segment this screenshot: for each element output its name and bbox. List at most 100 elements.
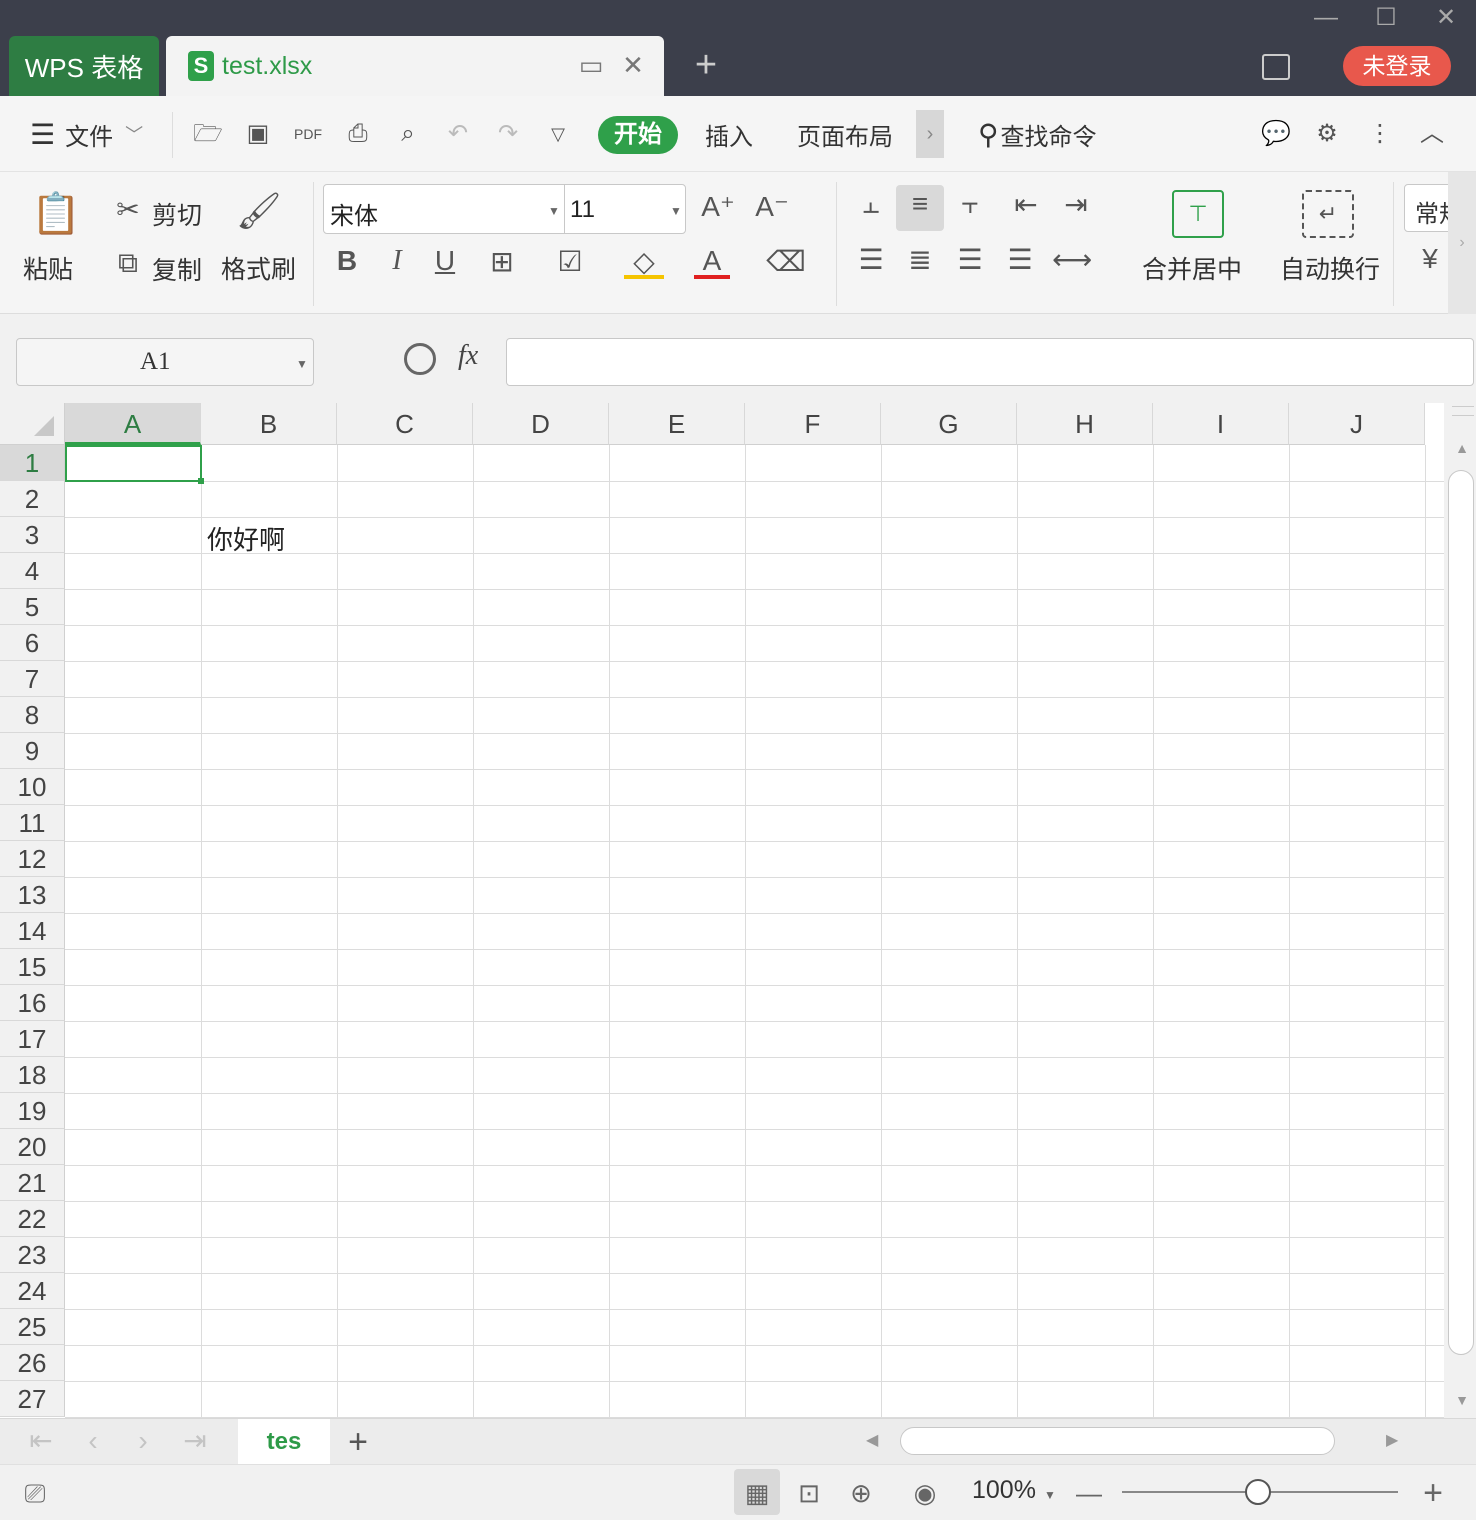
tab-page-layout[interactable]: 页面布局 [797,96,893,172]
zoom-out-button[interactable]: — [1070,1474,1108,1512]
row-header-7[interactable]: 7 [0,661,65,697]
row-header-24[interactable]: 24 [0,1273,65,1309]
row-header-22[interactable]: 22 [0,1201,65,1237]
zoom-dropdown-icon[interactable]: ▼ [1044,1488,1056,1502]
align-top-icon[interactable]: ⫠ [853,188,889,221]
scroll-up-icon[interactable]: ▲ [1452,440,1472,460]
decrease-indent-icon[interactable]: ⇤ [1008,188,1044,221]
row-header-27[interactable]: 27 [0,1381,65,1417]
insert-function-icon[interactable]: fx [458,340,478,372]
page-break-view-icon[interactable]: ⊡ [790,1474,828,1512]
scroll-right-icon[interactable]: ▶ [1386,1430,1398,1450]
split-handle-icon[interactable] [1452,406,1474,416]
borders-icon[interactable]: ⊞ [482,245,522,278]
feedback-chat-icon[interactable]: 💬 [1260,118,1292,150]
vertical-scroll-thumb[interactable] [1448,470,1474,1355]
row-header-18[interactable]: 18 [0,1057,65,1093]
row-header-16[interactable]: 16 [0,985,65,1021]
column-header-j[interactable]: J [1289,403,1425,445]
print-preview-icon[interactable]: ⌕ [392,118,424,150]
add-sheet-button[interactable]: + [342,1424,374,1460]
row-header-15[interactable]: 15 [0,949,65,985]
document-tab[interactable]: S test.xlsx ▭ ✕ [166,36,664,96]
row-header-6[interactable]: 6 [0,625,65,661]
sheet-tab-tes[interactable]: tes [238,1419,330,1464]
row-header-5[interactable]: 5 [0,589,65,625]
currency-yuan-icon[interactable]: ¥ [1414,243,1446,275]
row-header-14[interactable]: 14 [0,913,65,949]
row-header-4[interactable]: 4 [0,553,65,589]
open-folder-icon[interactable]: 🗁 [192,118,224,150]
align-bottom-icon[interactable]: ⫟ [952,188,988,221]
row-header-12[interactable]: 12 [0,841,65,877]
conditional-format-icon[interactable]: ☑ [550,245,590,278]
zoom-in-button[interactable]: + [1414,1474,1452,1512]
increase-indent-icon[interactable]: ⇥ [1058,188,1094,221]
zoom-level-label[interactable]: 100% [972,1476,1036,1505]
close-window-icon[interactable]: ✕ [1421,0,1471,36]
more-options-icon[interactable]: ⋮ [1364,118,1396,150]
cell-b3[interactable]: 你好啊 [207,520,285,557]
increase-font-icon[interactable]: A⁺ [700,190,736,223]
paste-button[interactable]: 粘贴 [23,250,73,286]
next-sheet-icon[interactable]: › [128,1426,158,1456]
row-header-20[interactable]: 20 [0,1129,65,1165]
name-box-dropdown-icon[interactable]: ▼ [296,357,308,371]
save-icon[interactable]: ▣ [242,118,274,150]
align-left-icon[interactable]: ☰ [853,243,889,276]
close-tab-icon[interactable]: ✕ [618,50,648,80]
gear-icon[interactable]: ⚙ [1311,118,1343,150]
maximize-window-icon[interactable]: ☐ [1361,0,1411,36]
redo-icon[interactable]: ↷ [492,118,524,150]
row-header-2[interactable]: 2 [0,481,65,517]
distributed-align-icon[interactable]: ⟷ [1052,243,1092,276]
fill-color-icon[interactable]: ◇ [624,245,664,279]
app-tab-wps-spreadsheets[interactable]: WPS 表格 [9,36,159,96]
column-header-a[interactable]: A [65,403,201,445]
row-header-17[interactable]: 17 [0,1021,65,1057]
format-painter-button[interactable]: 格式刷 [221,250,296,286]
wrap-text-button[interactable]: 自动换行 [1280,250,1380,286]
justify-icon[interactable]: ☰ [1002,243,1038,276]
column-header-b[interactable]: B [201,403,337,445]
column-header-g[interactable]: G [881,403,1017,445]
eye-protection-icon[interactable]: ◉ [906,1474,944,1512]
tab-home[interactable]: 开始 [598,116,678,154]
row-header-21[interactable]: 21 [0,1165,65,1201]
column-header-i[interactable]: I [1153,403,1289,445]
zoom-lookup-icon[interactable] [404,343,436,375]
underline-icon[interactable]: U [430,245,460,277]
paste-icon[interactable]: 📋 [30,190,82,242]
bold-icon[interactable]: B [332,245,362,277]
row-header-11[interactable]: 11 [0,805,65,841]
login-button[interactable]: 未登录 [1343,46,1451,86]
split-view-icon[interactable] [1262,54,1290,80]
zoom-slider-knob[interactable] [1245,1479,1271,1505]
font-size-field[interactable]: 11 [570,196,595,224]
search-command-button[interactable]: ⚲ 查找命令 [978,96,1097,172]
select-all-corner[interactable] [0,403,65,445]
row-header-23[interactable]: 23 [0,1237,65,1273]
page-layout-view-icon[interactable]: ⊕ [842,1474,880,1512]
column-header-f[interactable]: F [745,403,881,445]
minimize-window-icon[interactable]: — [1301,0,1351,36]
undo-icon[interactable]: ↶ [442,118,474,150]
macro-record-icon[interactable]: ⎚ [16,1474,54,1512]
copy-button[interactable]: 复制 [152,251,202,287]
more-tabs-chevron-icon[interactable]: › [916,110,944,158]
row-header-26[interactable]: 26 [0,1345,65,1381]
column-header-h[interactable]: H [1017,403,1153,445]
new-tab-button[interactable]: + [690,45,722,85]
normal-view-icon[interactable]: ▦ [738,1474,776,1512]
ribbon-scroll-right-icon[interactable]: › [1448,172,1476,314]
italic-icon[interactable]: I [382,245,412,277]
last-sheet-icon[interactable]: ⇥ [180,1426,210,1456]
column-header-d[interactable]: D [473,403,609,445]
horizontal-scroll-thumb[interactable] [900,1427,1335,1455]
print-icon[interactable]: ⎙ [342,118,374,150]
column-header-c[interactable]: C [337,403,473,445]
first-sheet-icon[interactable]: ⇤ [26,1426,56,1456]
align-middle-icon[interactable]: ≡ [902,188,938,220]
align-center-icon[interactable]: ≣ [902,243,938,276]
export-pdf-icon[interactable]: PDF [292,118,324,150]
